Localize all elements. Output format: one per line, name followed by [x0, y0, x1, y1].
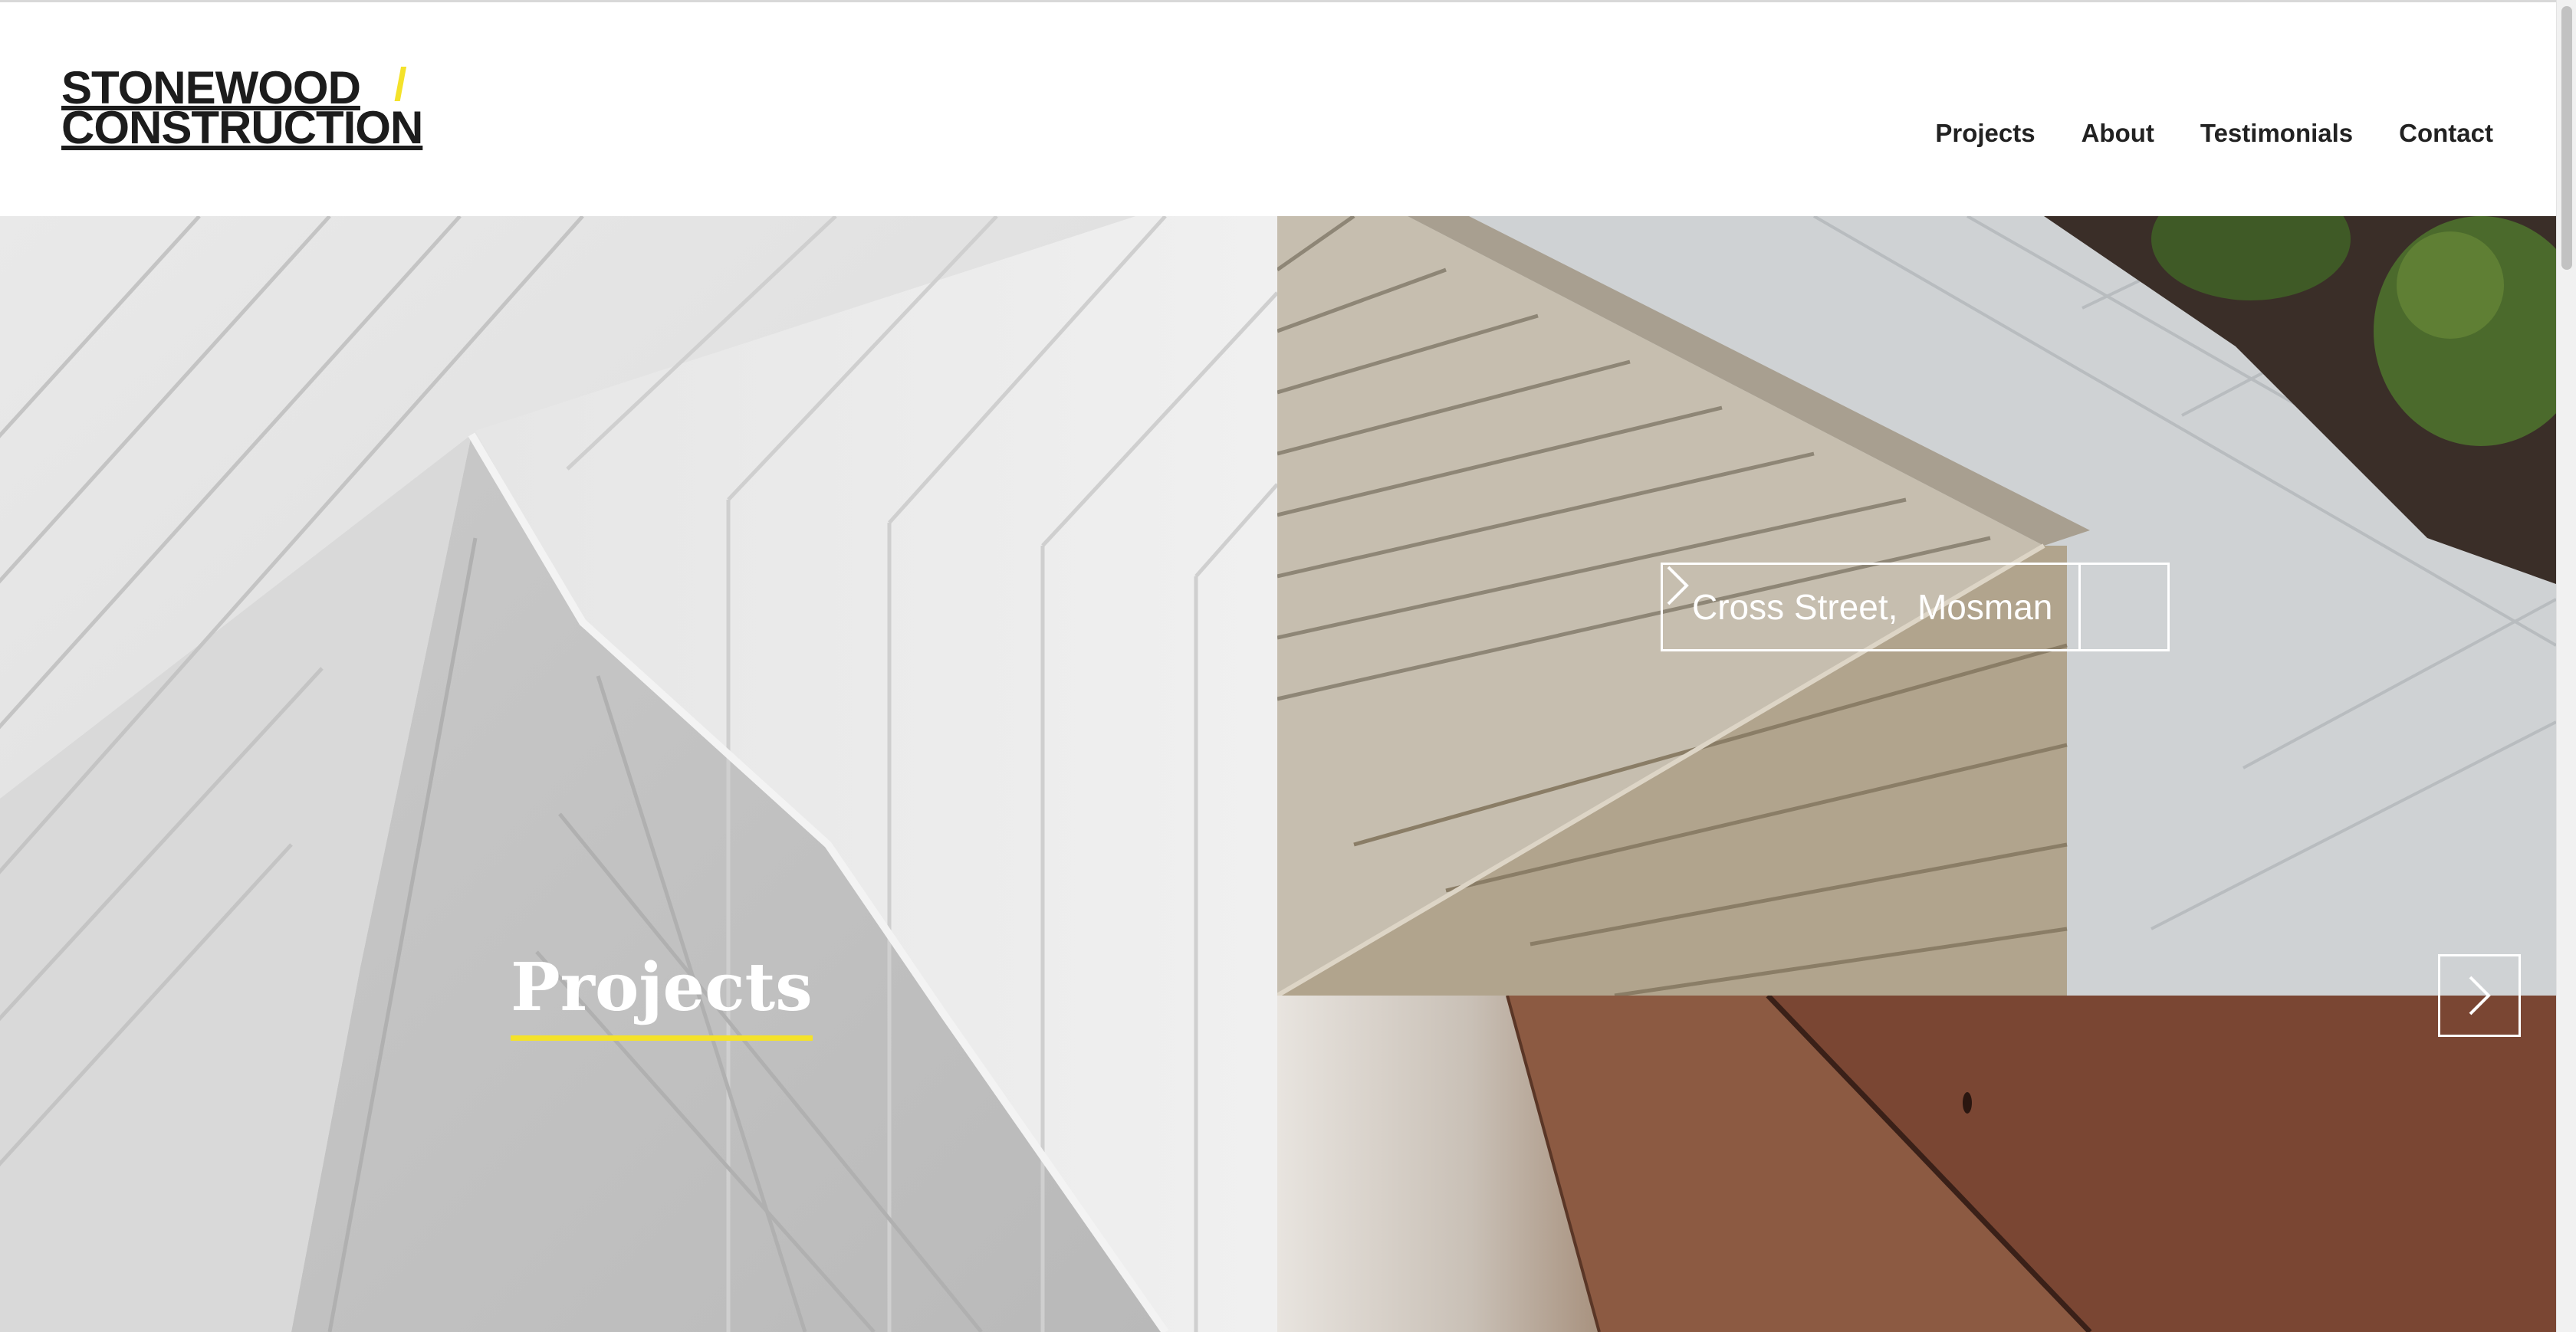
chevron-right-icon	[1667, 566, 1689, 605]
main-nav: Projects About Testimonials Contact	[1935, 119, 2493, 148]
project-name[interactable]: Cross Street, Mosman	[1661, 563, 2082, 651]
scrollbar-thumb[interactable]	[2561, 6, 2572, 270]
page: STONEWOOD CONSTRUCTION / Projects About …	[0, 0, 2576, 1332]
paneling-photo	[0, 216, 1277, 1332]
nav-link-about[interactable]: About	[2082, 119, 2154, 148]
project-tile-next[interactable]	[1277, 996, 2556, 1332]
project-open-button[interactable]	[1667, 563, 2170, 651]
page-scrollbar[interactable]	[2556, 0, 2576, 1332]
hero-projects-banner[interactable]: Projects	[0, 216, 1277, 1332]
hero-title: Projects	[511, 951, 813, 1041]
project-card[interactable]: Cross Street, Mosman	[1661, 563, 2170, 651]
nav-link-contact[interactable]: Contact	[2399, 119, 2493, 148]
nav-link-testimonials[interactable]: Testimonials	[2200, 119, 2353, 148]
chevron-right-icon	[2469, 976, 2491, 1015]
project-tile-cross-street[interactable]: Cross Street, Mosman	[1277, 216, 2556, 996]
site-header: STONEWOOD CONSTRUCTION / Projects About …	[0, 0, 2556, 216]
brand-slash: /	[394, 59, 407, 110]
brand-logo[interactable]: STONEWOOD CONSTRUCTION /	[61, 59, 460, 153]
nav-link-projects[interactable]: Projects	[1935, 119, 2035, 148]
slider-next-button[interactable]	[2438, 954, 2521, 1037]
brand-line-2: CONSTRUCTION	[61, 102, 423, 153]
dark-timber-photo	[1277, 996, 2556, 1332]
